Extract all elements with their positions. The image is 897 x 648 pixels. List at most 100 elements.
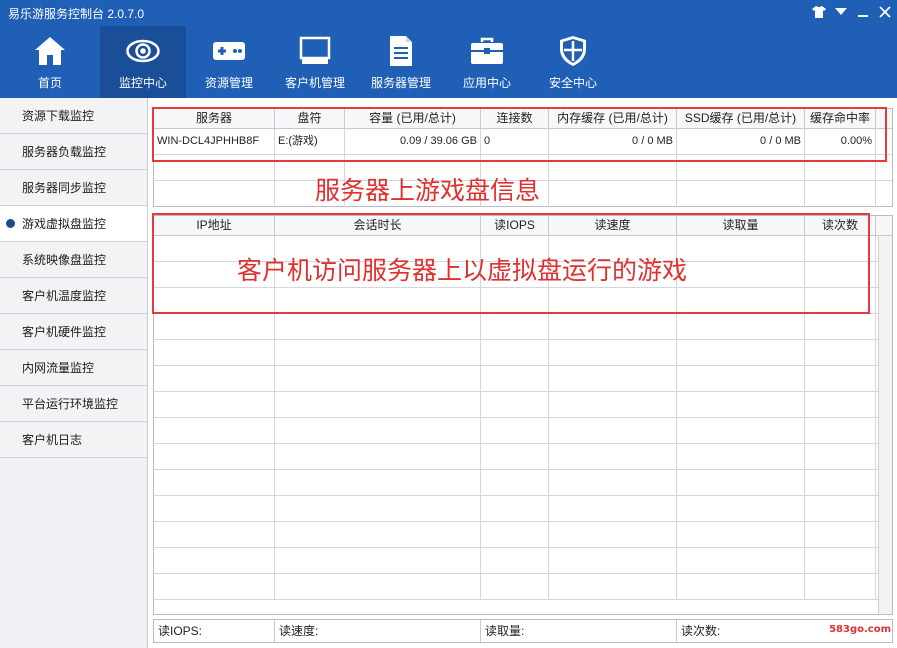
col-read-iops[interactable]: 读IOPS — [481, 216, 549, 235]
col-read-speed[interactable]: 读速度 — [549, 216, 677, 235]
nav-client-manage-label: 客户机管理 — [284, 76, 345, 90]
sidebar-item-game-vdisk[interactable]: 游戏虚拟盘监控 — [0, 206, 147, 242]
table-cell — [677, 288, 805, 313]
nav-server-manage[interactable]: 服务器管理 — [358, 26, 444, 98]
table-row — [154, 366, 892, 392]
home-icon — [33, 34, 67, 68]
status-read-amount: 读取量: — [481, 620, 677, 642]
table-cell — [549, 574, 677, 599]
table-row — [154, 548, 892, 574]
nav-monitor-center-label: 监控中心 — [118, 76, 167, 90]
table-cell — [154, 340, 275, 365]
menu-dropdown-icon[interactable] — [833, 4, 849, 20]
nav-client-manage[interactable]: 客户机管理 — [272, 26, 358, 98]
col-session-duration[interactable]: 会话时长 — [275, 216, 481, 235]
main-toolbar: 首页 监控中心 资源管理 客户机管理 服务器管理 应用中心 安全中心 — [0, 26, 897, 98]
nav-security-center[interactable]: 安全中心 — [530, 26, 616, 98]
cell-hit-rate: 0.00% — [805, 129, 876, 154]
table-cell — [805, 444, 876, 469]
sidebar-item-client-log[interactable]: 客户机日志 — [0, 422, 147, 458]
col-hit-rate[interactable]: 缓存命中率 — [805, 109, 876, 128]
col-server[interactable]: 服务器 — [154, 109, 275, 128]
col-drive[interactable]: 盘符 — [275, 109, 345, 128]
sidebar-item-server-sync[interactable]: 服务器同步监控 — [0, 170, 147, 206]
nav-monitor-center[interactable]: 监控中心 — [100, 26, 186, 98]
table-cell — [481, 574, 549, 599]
table-cell — [549, 366, 677, 391]
table-cell — [275, 444, 481, 469]
table-cell — [154, 392, 275, 417]
table-row[interactable]: WIN-DCL4JPHHB8F E:(游戏) 0.09 / 39.06 GB 0… — [154, 129, 892, 155]
table-row — [154, 340, 892, 366]
sidebar-item-label: 内网流量监控 — [22, 361, 95, 375]
header-spacer — [876, 109, 892, 128]
col-capacity[interactable]: 容量 (已用/总计) — [345, 109, 481, 128]
table-cell — [677, 444, 805, 469]
minimize-icon[interactable] — [855, 4, 871, 20]
sidebar-item-resource-download[interactable]: 资源下载监控 — [0, 98, 147, 134]
table-cell — [677, 522, 805, 547]
table-cell — [805, 496, 876, 521]
sidebar-item-client-temperature[interactable]: 客户机温度监控 — [0, 278, 147, 314]
sidebar-item-lan-traffic[interactable]: 内网流量监控 — [0, 350, 147, 386]
table-cell — [154, 366, 275, 391]
col-connections[interactable]: 连接数 — [481, 109, 549, 128]
table-cell — [549, 470, 677, 495]
table-cell — [805, 574, 876, 599]
sidebar-item-server-load[interactable]: 服务器负载监控 — [0, 134, 147, 170]
annotation-text-bottom: 客户机访问服务器上以虚拟盘运行的游戏 — [237, 256, 688, 285]
col-ip[interactable]: IP地址 — [154, 216, 275, 235]
main-panel: 服务器 盘符 容量 (已用/总计) 连接数 内存缓存 (已用/总计) SSD缓存… — [149, 98, 897, 648]
sidebar-item-label: 资源下载监控 — [22, 109, 95, 123]
monitor-icon — [298, 34, 332, 68]
table-cell — [481, 418, 549, 443]
table-cell — [805, 262, 876, 287]
status-read-speed: 读速度: — [275, 620, 481, 642]
table-cell — [805, 236, 876, 261]
eye-icon — [126, 34, 160, 68]
nav-home[interactable]: 首页 — [0, 26, 100, 98]
table-cell — [154, 522, 275, 547]
col-mem-cache[interactable]: 内存缓存 (已用/总计) — [549, 109, 677, 128]
table-cell — [549, 548, 677, 573]
sidebar-item-system-image-disk[interactable]: 系统映像盘监控 — [0, 242, 147, 278]
table-cell — [677, 418, 805, 443]
col-read-count[interactable]: 读次数 — [805, 216, 876, 235]
table-cell — [481, 548, 549, 573]
cell-ssd-cache: 0 / 0 MB — [677, 129, 805, 154]
table-row — [154, 314, 892, 340]
table-cell — [154, 470, 275, 495]
sidebar-item-platform-env[interactable]: 平台运行环境监控 — [0, 386, 147, 422]
watermark: 583go.com — [829, 624, 891, 635]
shield-icon — [556, 34, 590, 68]
table-cell — [481, 314, 549, 339]
sidebar-item-client-hardware[interactable]: 客户机硬件监控 — [0, 314, 147, 350]
status-read-iops: 读IOPS: — [154, 620, 275, 642]
table-cell — [805, 314, 876, 339]
table-cell — [154, 548, 275, 573]
table-cell — [275, 366, 481, 391]
table-row — [154, 288, 892, 314]
table-cell — [805, 548, 876, 573]
table-cell — [549, 288, 677, 313]
nav-server-manage-label: 服务器管理 — [370, 76, 431, 90]
col-read-amount[interactable]: 读取量 — [677, 216, 805, 235]
table-cell — [677, 340, 805, 365]
nav-app-center[interactable]: 应用中心 — [444, 26, 530, 98]
close-icon[interactable] — [877, 4, 893, 20]
skin-icon[interactable] — [811, 4, 827, 20]
table-cell — [549, 392, 677, 417]
table-cell — [805, 522, 876, 547]
table-row — [154, 496, 892, 522]
table-cell — [805, 340, 876, 365]
session-table-scrollbar[interactable] — [878, 236, 892, 614]
nav-security-center-label: 安全中心 — [548, 76, 597, 90]
sidebar-item-label: 平台运行环境监控 — [22, 397, 119, 411]
nav-home-label: 首页 — [37, 76, 62, 90]
toolbox-icon — [470, 34, 504, 68]
nav-resource-manage[interactable]: 资源管理 — [186, 26, 272, 98]
table-cell — [275, 314, 481, 339]
col-ssd-cache[interactable]: SSD缓存 (已用/总计) — [677, 109, 805, 128]
table-cell — [481, 366, 549, 391]
sidebar: 资源下载监控 服务器负载监控 服务器同步监控 游戏虚拟盘监控 系统映像盘监控 客… — [0, 98, 148, 648]
